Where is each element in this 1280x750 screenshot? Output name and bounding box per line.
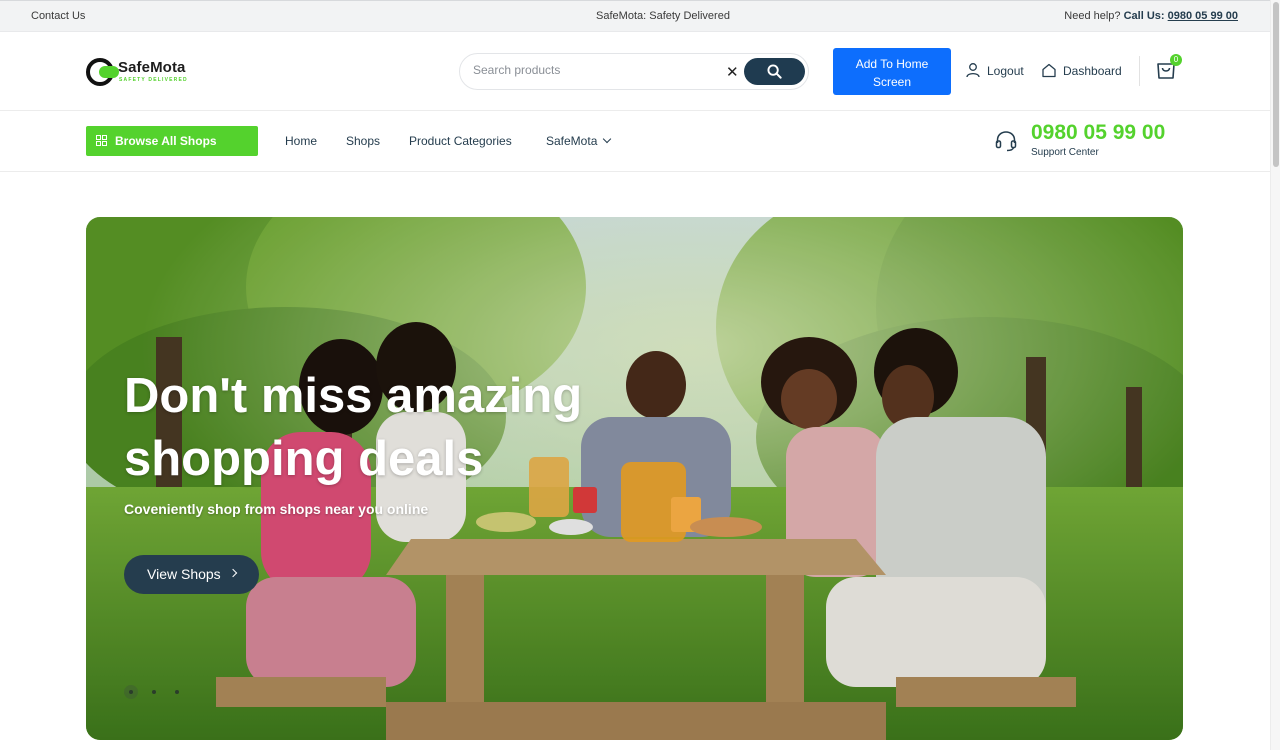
header-divider <box>1139 56 1140 86</box>
help-phone-link[interactable]: 0980 05 99 00 <box>1168 10 1238 22</box>
main-nav: Browse All Shops Home Shops Product Cate… <box>0 111 1270 172</box>
help-line: Need help? Call Us: 0980 05 99 00 <box>1064 10 1238 22</box>
contact-us-link[interactable]: Contact Us <box>31 10 85 22</box>
browse-all-shops-button[interactable]: Browse All Shops <box>86 126 258 156</box>
view-shops-label: View Shops <box>147 566 221 582</box>
slider-dot[interactable] <box>147 685 161 699</box>
logout-label: Logout <box>987 64 1024 78</box>
top-bar: Contact Us SafeMota: Safety Delivered Ne… <box>0 0 1270 32</box>
dashboard-link[interactable]: Dashboard <box>1041 63 1131 81</box>
add-to-home-screen-button[interactable]: Add To Home Screen <box>833 48 951 95</box>
grid-icon <box>96 135 107 146</box>
support-label: Support Center <box>1031 147 1099 158</box>
add-home-line1: Add To Home <box>855 57 929 71</box>
search-icon <box>767 64 782 79</box>
search-button[interactable] <box>744 58 805 85</box>
logo-tagline: SAFETY DELIVERED <box>119 77 188 83</box>
logout-link[interactable]: Logout <box>965 63 1035 81</box>
nav-item-safemota[interactable]: SafeMota <box>546 134 610 148</box>
hero-banner: Don't miss amazing shopping deals Coveni… <box>86 217 1183 740</box>
slider-dot[interactable] <box>124 685 138 699</box>
page-scrollbar[interactable] <box>1270 0 1280 750</box>
support-phone: 0980 05 99 00 <box>1031 121 1166 144</box>
headset-icon <box>995 131 1017 152</box>
search-input[interactable] <box>473 63 713 77</box>
hero-title: Don't miss amazing shopping deals <box>124 369 583 486</box>
view-shops-button[interactable]: View Shops <box>124 555 259 594</box>
hero-subtitle: Coveniently shop from shops near you onl… <box>124 501 429 517</box>
cart-count-badge: 0 <box>1170 54 1182 66</box>
close-icon[interactable]: ✕ <box>726 63 739 81</box>
search-bar: ✕ <box>459 53 809 90</box>
add-home-line2: Screen <box>872 75 912 89</box>
site-logo[interactable]: SafeMota SAFETY DELIVERED <box>86 56 196 88</box>
nav-item-home[interactable]: Home <box>285 134 317 148</box>
logo-name: SafeMota <box>118 59 186 76</box>
cart-button[interactable]: 0 <box>1155 54 1182 84</box>
nav-item-product-categories[interactable]: Product Categories <box>409 134 512 148</box>
scrollbar-thumb[interactable] <box>1273 2 1279 167</box>
home-icon <box>1042 63 1056 78</box>
slider-dot[interactable] <box>170 685 184 699</box>
support-center[interactable]: 0980 05 99 00 Support Center <box>994 120 1194 164</box>
nav-item-shops[interactable]: Shops <box>346 134 380 148</box>
user-icon <box>966 63 980 78</box>
browse-label: Browse All Shops <box>115 134 217 148</box>
chevron-right-icon <box>228 568 238 578</box>
dashboard-label: Dashboard <box>1063 64 1122 78</box>
help-prefix: Need help? <box>1064 10 1121 22</box>
call-label: Call Us: <box>1123 10 1165 22</box>
logo-mark <box>86 58 119 86</box>
site-header: SafeMota SAFETY DELIVERED ✕ Add To Home … <box>0 32 1270 111</box>
